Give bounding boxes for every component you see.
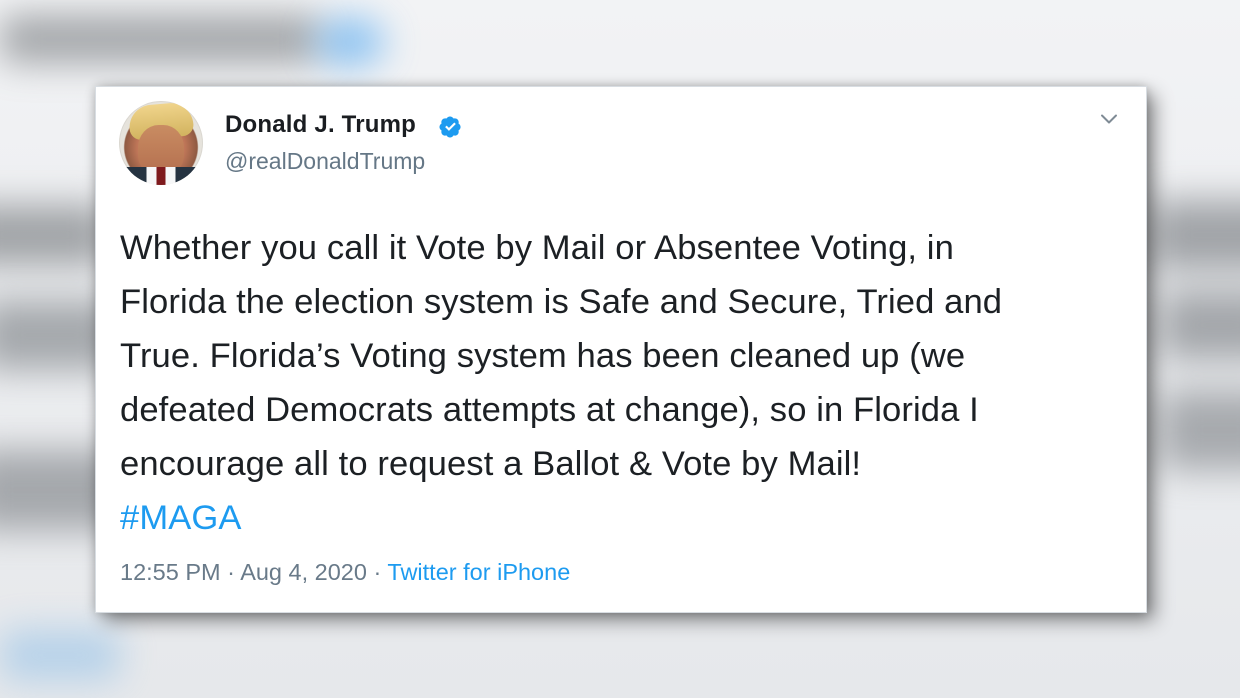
blurred-text-fragment xyxy=(1150,200,1240,270)
tweet-text-line: defeated Democrats attempts at change), … xyxy=(120,391,979,429)
author-name[interactable]: Donald J. Trump xyxy=(225,113,416,137)
tweet-card: Donald J. Trump @realDonaldTrump Whether… xyxy=(96,87,1146,612)
tweet-text-line: Florida the election system is Safe and … xyxy=(120,283,1003,321)
metadata-separator: · xyxy=(366,559,388,585)
blurred-link-fragment xyxy=(0,630,120,680)
metadata-separator: · xyxy=(220,559,241,585)
tweet-time[interactable]: 12:55 PM xyxy=(120,559,221,585)
blurred-text-fragment xyxy=(0,205,110,265)
blurred-name-fragment xyxy=(0,15,320,63)
blurred-text-fragment xyxy=(1160,390,1240,470)
blurred-verified-icon xyxy=(315,17,385,67)
tweet-body: Whether you call it Vote by Mail or Abse… xyxy=(120,221,1130,545)
tweet-source-link[interactable]: Twitter for iPhone xyxy=(387,559,570,585)
tweet-text-line: Whether you call it Vote by Mail or Abse… xyxy=(120,229,954,267)
blurred-text-fragment xyxy=(1160,290,1240,360)
verified-badge-icon xyxy=(439,116,461,138)
author-handle[interactable]: @realDonaldTrump xyxy=(225,150,425,173)
tweet-text-line: True. Florida’s Voting system has been c… xyxy=(120,337,966,375)
tweet-text-line: encourage all to request a Ballot & Vote… xyxy=(120,445,862,483)
chevron-down-icon[interactable] xyxy=(1097,107,1121,131)
avatar-shirt xyxy=(125,167,197,185)
hashtag-link[interactable]: #MAGA xyxy=(120,499,242,537)
tweet-date[interactable]: Aug 4, 2020 xyxy=(240,559,367,585)
tweet-metadata: 12:55 PM · Aug 4, 2020 · Twitter for iPh… xyxy=(120,559,570,585)
avatar[interactable] xyxy=(119,101,203,185)
